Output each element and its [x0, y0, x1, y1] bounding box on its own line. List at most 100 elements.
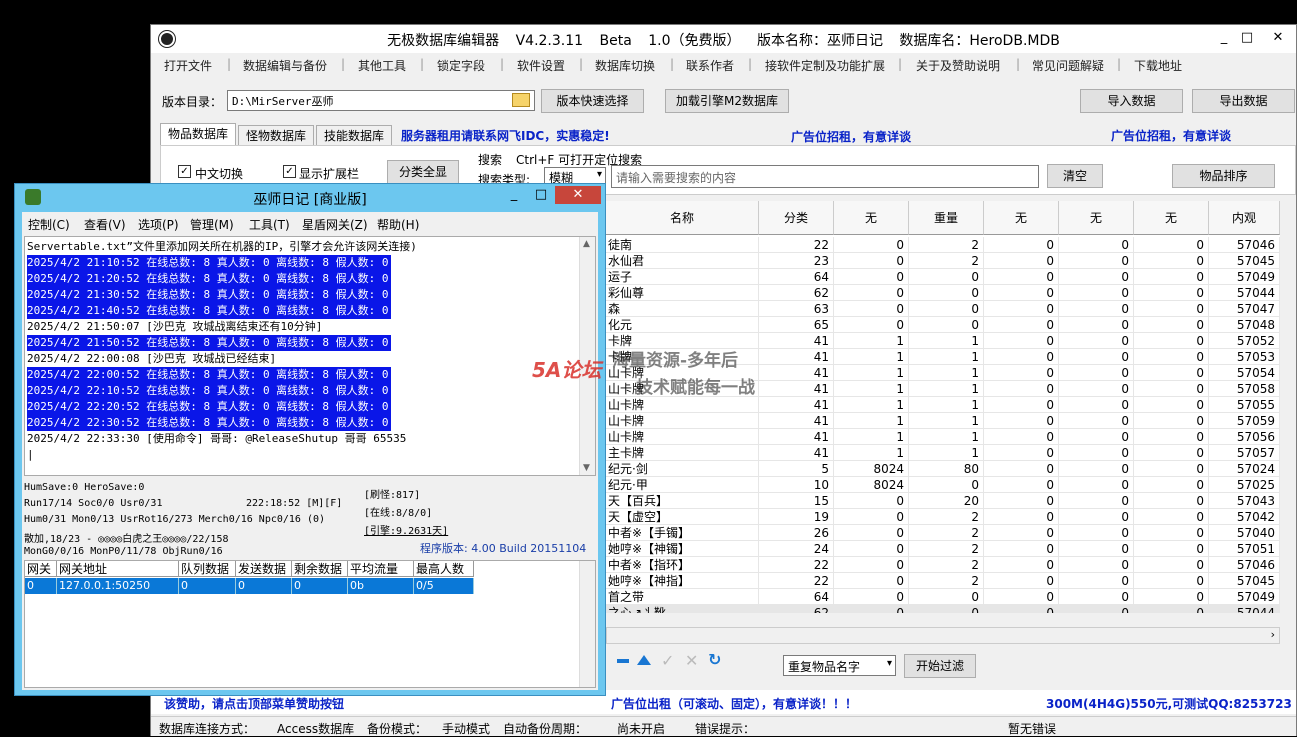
menu-control[interactable]: 控制(C): [28, 216, 70, 233]
gw-row[interactable]: 0 127.0.0.1:50250 0 0 0 0b 0/5: [25, 578, 474, 594]
grid-header-name[interactable]: 名称: [606, 201, 759, 235]
load-engine-button[interactable]: 加载引擎M2数据库: [665, 89, 789, 113]
grid-cell: 57044: [1209, 605, 1280, 613]
menu-download[interactable]: 下载地址: [1134, 57, 1182, 74]
grid-cell: 0: [1134, 301, 1209, 317]
scroll-down-icon[interactable]: ▼: [583, 463, 590, 473]
stat-time: 222:18:52 [M][F]: [246, 498, 343, 509]
menu-gateway[interactable]: 星盾网关(Z): [302, 216, 368, 233]
grid-row[interactable]: 徒南 22 0 2 0 0 0 57046: [606, 237, 1280, 253]
grid-header-col3[interactable]: 无: [834, 201, 909, 235]
gw-header-address[interactable]: 网关地址: [57, 561, 179, 577]
tab-monsters[interactable]: 怪物数据库: [238, 125, 314, 145]
child-minimize-button[interactable]: _: [503, 186, 525, 204]
horizontal-scrollbar[interactable]: ›: [606, 627, 1280, 644]
grid-row[interactable]: 山卡牌 41 1 1 0 0 0 57055: [606, 397, 1280, 413]
menu-tools[interactable]: 工具(T): [249, 216, 290, 233]
grid-row[interactable]: 山卡牌 41 1 1 0 0 0 57056: [606, 429, 1280, 445]
menu-lock-field[interactable]: 锁定字段: [437, 57, 485, 74]
filter-select[interactable]: 重复物品名字 ▾: [783, 655, 896, 676]
grid-cell: 运子: [606, 269, 759, 285]
grid-row[interactable]: 天【百兵】 15 0 20 0 0 0 57043: [606, 493, 1280, 509]
grid-row[interactable]: 化元 65 0 0 0 0 0 57048: [606, 317, 1280, 333]
nav-delete-icon[interactable]: [617, 659, 629, 663]
tab-items[interactable]: 物品数据库: [160, 123, 236, 145]
menu-settings[interactable]: 软件设置: [517, 57, 565, 74]
grid-row[interactable]: 山卡牌 41 1 1 0 0 0 57059: [606, 413, 1280, 429]
grid-row[interactable]: 运子 64 0 0 0 0 0 57049: [606, 269, 1280, 285]
menu-view[interactable]: 查看(V): [84, 216, 126, 233]
grid-row[interactable]: 水仙君 23 0 2 0 0 0 57045: [606, 253, 1280, 269]
quick-select-button[interactable]: 版本快速选择: [541, 89, 644, 113]
menu-options[interactable]: 选项(P): [138, 216, 179, 233]
menu-about[interactable]: 关于及赞助说明: [916, 57, 1000, 74]
menu-other-tools[interactable]: 其他工具: [358, 57, 406, 74]
nav-refresh-icon[interactable]: ↻: [708, 650, 721, 669]
show-all-button[interactable]: 分类全显: [387, 160, 459, 184]
grid-header-weight[interactable]: 重量: [909, 201, 984, 235]
child-close-button[interactable]: ✕: [555, 186, 601, 204]
gw-header-max-users[interactable]: 最高人数: [414, 561, 474, 577]
menu-custom[interactable]: 接软件定制及功能扩展: [765, 57, 885, 74]
menu-edit-backup[interactable]: 数据编辑与备份: [243, 57, 327, 74]
grid-row[interactable]: 中者※【手镯】 26 0 2 0 0 0 57040: [606, 525, 1280, 541]
search-input[interactable]: 请输入需要搜索的内容: [611, 165, 1039, 188]
grid-row[interactable]: 森 63 0 0 0 0 0 57047: [606, 301, 1280, 317]
gw-header-remaining[interactable]: 剩余数据: [292, 561, 348, 577]
grid-header-looks[interactable]: 内观: [1209, 201, 1280, 235]
grid-cell: 41: [759, 349, 834, 365]
maximize-button[interactable]: □: [1236, 29, 1258, 47]
grid-header-col6[interactable]: 无: [1059, 201, 1134, 235]
version-dir-input[interactable]: D:\MirServer巫师: [227, 90, 535, 111]
close-button[interactable]: ✕: [1267, 29, 1289, 47]
show-ext-checkbox[interactable]: ✓: [283, 165, 296, 178]
child-maximize-button[interactable]: □: [530, 186, 552, 204]
grid-row[interactable]: 中者※【指环】 22 0 2 0 0 0 57046: [606, 557, 1280, 573]
bottom-ad-text: 广告位出租（可滚动、固定），有意详谈！！！: [611, 697, 858, 711]
clear-button[interactable]: 清空: [1047, 164, 1103, 188]
sort-items-button[interactable]: 物品排序: [1172, 164, 1275, 188]
log-panel[interactable]: Servertable.txt”文件里添加网关所在机器的IP，引擎才会允许该网关…: [24, 236, 596, 476]
grid-row[interactable]: 首之带 64 0 0 0 0 0 57049: [606, 589, 1280, 605]
chinese-switch-checkbox[interactable]: ✓: [178, 165, 191, 178]
grid-row[interactable]: 她哼※【神指】 22 0 2 0 0 0 57045: [606, 573, 1280, 589]
scroll-right-icon[interactable]: ›: [1271, 628, 1275, 641]
grid-cell: 57040: [1209, 525, 1280, 541]
menu-faq[interactable]: 常见问题解疑: [1032, 57, 1104, 74]
nav-up-icon[interactable]: [637, 655, 651, 665]
scroll-up-icon[interactable]: ▲: [583, 239, 590, 249]
main-title-bar[interactable]: 无极数据库编辑器 V4.2.3.11 Beta 1.0（免费版） 版本名称：巫师…: [151, 25, 1296, 53]
grid-header-col7[interactable]: 无: [1134, 201, 1209, 235]
grid-cell: 0: [1134, 365, 1209, 381]
menu-manage[interactable]: 管理(M): [190, 216, 234, 233]
grid-row[interactable]: 主卡牌 41 1 1 0 0 0 57057: [606, 445, 1280, 461]
grid-row[interactable]: 她哼※【神镯】 24 0 2 0 0 0 57051: [606, 541, 1280, 557]
gateway-table[interactable]: 网关 网关地址 队列数据 发送数据 剩余数据 平均流量 最高人数 0 127.0.…: [24, 560, 596, 688]
import-button[interactable]: 导入数据: [1080, 89, 1183, 113]
grid-header-category[interactable]: 分类: [759, 201, 834, 235]
grid-row[interactable]: 纪元·剑 5 8024 80 0 0 0 57024: [606, 461, 1280, 477]
grid-row[interactable]: 纪元·甲 10 8024 0 0 0 0 57025: [606, 477, 1280, 493]
grid-header-col5[interactable]: 无: [984, 201, 1059, 235]
grid-row[interactable]: 天【虚空】 19 0 2 0 0 0 57042: [606, 509, 1280, 525]
item-grid[interactable]: 名称 分类 无 重量 无 无 无 内观 徒南 22 0 2 0 0 0 57046 水仙君 23 0…: [606, 201, 1280, 613]
menu-help[interactable]: 帮助(H): [377, 216, 419, 233]
gw-header-avg-traffic[interactable]: 平均流量: [348, 561, 414, 577]
grid-row[interactable]: 之心↗丬靴 62 0 0 0 0 0 57044: [606, 605, 1280, 613]
minimize-button[interactable]: _: [1213, 29, 1235, 47]
nav-confirm-icon[interactable]: ✓: [661, 651, 674, 670]
menu-open-file[interactable]: 打开文件: [164, 57, 212, 74]
menu-contact[interactable]: 联系作者: [686, 57, 734, 74]
export-button[interactable]: 导出数据: [1192, 89, 1295, 113]
child-title-bar[interactable]: 巫师日记 [商业版] _ □ ✕: [15, 184, 605, 212]
menu-db-switch[interactable]: 数据库切换: [595, 57, 655, 74]
gw-header-sent[interactable]: 发送数据: [236, 561, 292, 577]
gw-header-queue[interactable]: 队列数据: [179, 561, 236, 577]
nav-cancel-icon[interactable]: ✕: [685, 651, 698, 670]
gw-header-id[interactable]: 网关: [25, 561, 57, 577]
folder-icon[interactable]: [512, 93, 530, 107]
tab-skills[interactable]: 技能数据库: [316, 125, 392, 145]
grid-row[interactable]: 彩仙尊 62 0 0 0 0 0 57044: [606, 285, 1280, 301]
gw-scrollbar[interactable]: [579, 561, 595, 687]
start-filter-button[interactable]: 开始过滤: [904, 654, 976, 678]
